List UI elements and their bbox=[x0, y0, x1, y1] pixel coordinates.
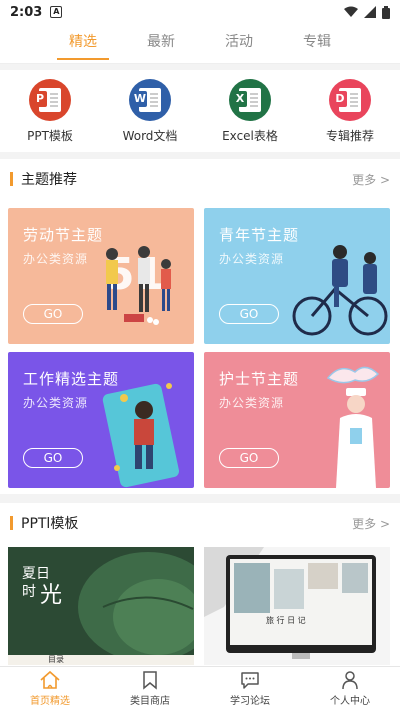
home-icon bbox=[40, 670, 60, 689]
word-icon: W bbox=[129, 78, 171, 121]
thumb-title-line: 光 bbox=[40, 583, 63, 608]
nav-forum[interactable]: 学习论坛 bbox=[200, 667, 300, 710]
go-button[interactable]: GO bbox=[23, 448, 83, 468]
go-button[interactable]: GO bbox=[23, 304, 83, 324]
card-subtitle: 办公类资源 bbox=[219, 252, 285, 266]
nav-label: 个人中心 bbox=[330, 696, 370, 707]
ppt-more-link[interactable]: 更多 > bbox=[352, 515, 390, 532]
album-icon: D bbox=[329, 78, 371, 121]
category-word[interactable]: W Word文档 bbox=[105, 78, 195, 144]
card-title: 护士节主题 bbox=[219, 370, 300, 388]
theme-card-work[interactable]: 工作精选主题 办公类资源 GO bbox=[8, 352, 194, 488]
card-subtitle: 办公类资源 bbox=[219, 396, 285, 410]
category-album[interactable]: D 专辑推荐 bbox=[305, 78, 395, 144]
bookmark-icon bbox=[143, 671, 157, 690]
go-button[interactable]: GO bbox=[219, 304, 279, 324]
wifi-icon bbox=[344, 6, 358, 17]
ppt-thumb-travel[interactable]: 旅 行 日 记 bbox=[204, 547, 390, 665]
themes-header: 主题推荐 更多 > bbox=[0, 159, 400, 199]
excel-icon: X bbox=[229, 78, 271, 121]
top-tabs: 精选 最新 活动 专辑 bbox=[0, 24, 400, 64]
nurse-illustration bbox=[326, 366, 380, 488]
ppt-icon: P bbox=[29, 78, 71, 121]
user-icon bbox=[342, 671, 358, 690]
status-bar: 2:03 A bbox=[0, 0, 400, 24]
section-title: 主题推荐 bbox=[21, 172, 77, 188]
card-subtitle: 办公类资源 bbox=[23, 252, 89, 266]
youth-day-illustration bbox=[292, 245, 388, 336]
category-ppt[interactable]: P PPT模板 bbox=[5, 78, 95, 144]
battery-icon bbox=[382, 5, 390, 19]
nav-home[interactable]: 首页精选 bbox=[0, 667, 100, 710]
theme-card-nurse-day[interactable]: 护士节主题 办公类资源 GO bbox=[204, 352, 390, 488]
nav-store[interactable]: 类目商店 bbox=[100, 667, 200, 710]
tab-latest[interactable]: 最新 bbox=[135, 24, 187, 64]
ppt-thumb-summer[interactable]: 夏日 时 光 目录 bbox=[8, 547, 194, 665]
travel-thumb-art bbox=[204, 547, 376, 659]
bottom-nav: 首页精选 类目商店 学习论坛 个人中心 bbox=[0, 666, 400, 710]
status-time: 2:03 bbox=[10, 4, 43, 20]
theme-card-labor-day[interactable]: 51 劳动节主题 办公类资源 GO bbox=[8, 208, 194, 344]
nav-label: 首页精选 bbox=[30, 696, 70, 707]
section-accent-bar bbox=[10, 516, 13, 530]
section-title: PPTl模板 bbox=[21, 516, 79, 532]
category-label: Word文档 bbox=[122, 128, 178, 143]
category-label: Excel表格 bbox=[222, 128, 278, 143]
tab-featured[interactable]: 精选 bbox=[57, 24, 109, 64]
tab-events[interactable]: 活动 bbox=[213, 24, 265, 64]
nav-profile[interactable]: 个人中心 bbox=[300, 667, 400, 710]
category-label: 专辑推荐 bbox=[325, 128, 374, 143]
section-accent-bar bbox=[10, 172, 13, 186]
card-subtitle: 办公类资源 bbox=[23, 396, 89, 410]
go-button[interactable]: GO bbox=[219, 448, 279, 468]
thumb-title: 旅 行 日 记 bbox=[266, 616, 306, 625]
card-title: 劳动节主题 bbox=[23, 226, 104, 244]
category-label: PPT模板 bbox=[27, 128, 73, 143]
status-icons bbox=[344, 5, 390, 19]
category-row: P PPT模板 W Word文档 X Excel表格 D 专辑推荐 bbox=[0, 70, 400, 152]
theme-card-youth-day[interactable]: 青年节主题 办公类资源 GO bbox=[204, 208, 390, 344]
tab-albums[interactable]: 专辑 bbox=[291, 24, 343, 64]
thumb-tag: 目录 bbox=[48, 655, 64, 664]
ppt-header: PPTl模板 更多 > bbox=[0, 503, 400, 543]
chat-icon bbox=[241, 672, 259, 689]
thumb-title-line: 时 bbox=[22, 584, 36, 600]
themes-more-link[interactable]: 更多 > bbox=[352, 171, 390, 188]
signal-icon bbox=[364, 6, 376, 18]
card-title: 工作精选主题 bbox=[23, 370, 120, 388]
notification-badge: A bbox=[50, 6, 63, 18]
nav-label: 学习论坛 bbox=[230, 696, 270, 707]
card-title: 青年节主题 bbox=[219, 226, 300, 244]
category-excel[interactable]: X Excel表格 bbox=[205, 78, 295, 144]
nav-label: 类目商店 bbox=[130, 696, 170, 707]
